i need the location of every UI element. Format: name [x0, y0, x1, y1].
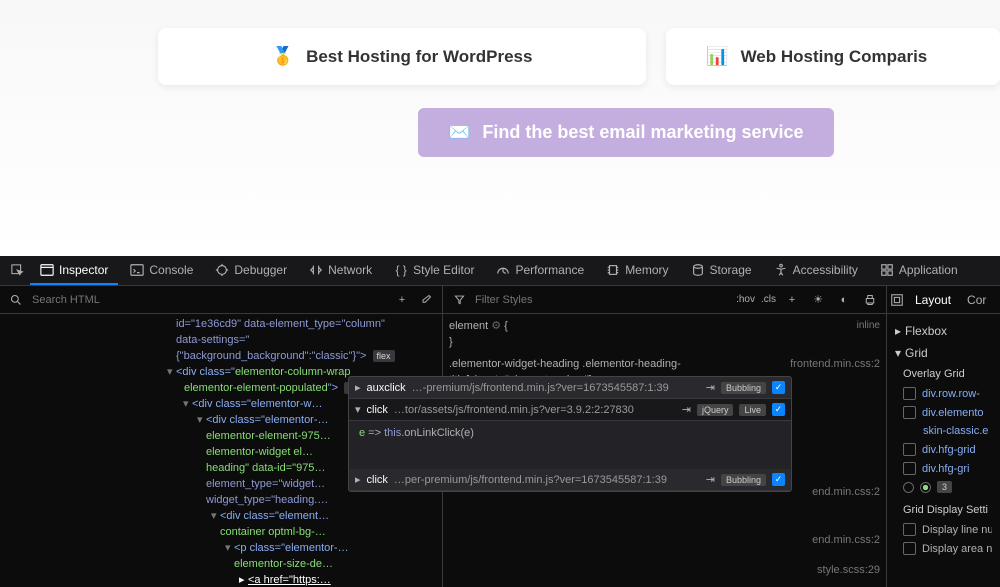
- layout-boxmodel-icon[interactable]: [887, 290, 907, 310]
- devtools: Inspector Console Debugger Network { }St…: [0, 256, 1000, 587]
- listener-enabled-checkbox[interactable]: ✓: [772, 381, 785, 394]
- bubbling-badge: Bubbling: [721, 474, 766, 486]
- filter-styles-input[interactable]: [475, 294, 730, 306]
- accessibility-icon: [774, 263, 788, 277]
- tab-computed[interactable]: Cor: [959, 287, 994, 313]
- grid-overlay-item[interactable]: div.row.row-: [903, 384, 992, 403]
- chevron-down-icon: ▾: [895, 346, 901, 360]
- jquery-badge: jQuery: [697, 404, 734, 416]
- listener-enabled-checkbox[interactable]: ✓: [772, 403, 785, 416]
- style-icon: { }: [394, 263, 408, 277]
- html-search-row: +: [0, 286, 442, 314]
- search-icon: [6, 290, 26, 310]
- cls-toggle[interactable]: .cls: [761, 290, 776, 310]
- card-label: Best Hosting for WordPress: [306, 47, 532, 67]
- inline-label: inline: [857, 318, 880, 334]
- goto-source-icon[interactable]: ⇥: [682, 403, 691, 416]
- section-grid[interactable]: ▾Grid: [895, 342, 992, 364]
- page-content: 🥇 Best Hosting for WordPress 📊 Web Hosti…: [0, 0, 1000, 256]
- devtools-tabs: Inspector Console Debugger Network { }St…: [0, 256, 1000, 286]
- card-hosting-comparison[interactable]: 📊 Web Hosting Comparis: [666, 28, 1000, 85]
- card-best-hosting[interactable]: 🥇 Best Hosting for WordPress: [158, 28, 646, 85]
- listener-enabled-checkbox[interactable]: ✓: [772, 473, 785, 486]
- live-badge: Live: [739, 404, 766, 416]
- event-handler-code: e => this.onLinkClick(e): [349, 421, 791, 469]
- storage-icon: [691, 263, 705, 277]
- tab-debugger[interactable]: Debugger: [205, 257, 297, 285]
- chevron-down-icon: ▾: [355, 403, 361, 416]
- display-line-numbers[interactable]: Display line nu: [903, 520, 992, 539]
- chevron-right-icon: ▸: [895, 324, 901, 338]
- chevron-right-icon: ▸: [355, 381, 361, 394]
- chart-icon: 📊: [706, 46, 728, 67]
- light-icon[interactable]: ☀: [808, 290, 828, 310]
- grid-overlay-item[interactable]: div.elemento: [903, 403, 992, 422]
- filter-icon: [449, 290, 469, 310]
- memory-icon: [606, 263, 620, 277]
- tab-accessibility[interactable]: Accessibility: [764, 257, 868, 285]
- add-node-button[interactable]: +: [392, 290, 412, 310]
- dark-icon[interactable]: ◐: [834, 290, 854, 310]
- trophy-icon: 🥇: [272, 46, 294, 67]
- event-row-auxclick[interactable]: ▸ auxclick …-premium/js/frontend.min.js?…: [349, 377, 791, 399]
- tab-performance[interactable]: Performance: [486, 257, 594, 285]
- bubbling-badge: Bubbling: [721, 382, 766, 394]
- network-icon: [309, 263, 323, 277]
- cta-email-marketing[interactable]: ✉️ Find the best email marketing service: [418, 108, 834, 157]
- layout-panel: Layout Cor ▸Flexbox ▾Grid Overlay Grid d…: [887, 286, 1000, 587]
- inspector-icon: [40, 263, 54, 277]
- tab-layout[interactable]: Layout: [907, 287, 959, 313]
- card-label: Web Hosting Comparis: [741, 47, 928, 67]
- event-row-click-2[interactable]: ▸ click …per-premium/js/frontend.min.js?…: [349, 469, 791, 491]
- cta-label: Find the best email marketing service: [482, 122, 803, 143]
- rule-location[interactable]: frontend.min.css:2: [790, 356, 880, 372]
- event-row-click-1[interactable]: ▾ click …tor/assets/js/frontend.min.js?v…: [349, 399, 791, 421]
- flex-badge[interactable]: flex: [373, 350, 395, 362]
- debugger-icon: [215, 263, 229, 277]
- pick-element-icon[interactable]: [8, 261, 28, 281]
- tab-network[interactable]: Network: [299, 257, 382, 285]
- console-icon: [130, 263, 144, 277]
- goto-source-icon[interactable]: ⇥: [706, 381, 715, 394]
- tab-memory[interactable]: Memory: [596, 257, 678, 285]
- tab-storage[interactable]: Storage: [681, 257, 762, 285]
- eyedropper-button[interactable]: [416, 290, 436, 310]
- hov-toggle[interactable]: :hov: [736, 290, 755, 310]
- section-flexbox[interactable]: ▸Flexbox: [895, 320, 992, 342]
- add-rule-button[interactable]: +: [782, 290, 802, 310]
- radio-on[interactable]: [920, 482, 931, 493]
- envelope-icon: ✉️: [448, 122, 470, 143]
- application-icon: [880, 263, 894, 277]
- chevron-right-icon: ▸: [355, 473, 361, 486]
- display-area-names[interactable]: Display area na: [903, 539, 992, 558]
- radio-off[interactable]: [903, 482, 914, 493]
- grid-overlay-item[interactable]: div.hfg-grid: [903, 440, 992, 459]
- tab-application[interactable]: Application: [870, 257, 968, 285]
- tab-console[interactable]: Console: [120, 257, 203, 285]
- goto-source-icon[interactable]: ⇥: [706, 473, 715, 486]
- tab-style-editor[interactable]: { }Style Editor: [384, 257, 484, 285]
- event-listeners-popup: ▸ auxclick …-premium/js/frontend.min.js?…: [348, 376, 792, 492]
- performance-icon: [496, 263, 510, 277]
- search-html-input[interactable]: [32, 294, 386, 306]
- tab-inspector[interactable]: Inspector: [30, 257, 118, 285]
- styles-toolbar: :hov .cls + ☀ ◐: [443, 286, 886, 314]
- print-icon[interactable]: [860, 290, 880, 310]
- grid-display-settings-label: Grid Display Setti: [903, 496, 992, 520]
- styles-panel: :hov .cls + ☀ ◐ inline element ⚙ { } fro…: [443, 286, 887, 587]
- grid-overlay-item[interactable]: div.hfg-gri: [903, 459, 992, 478]
- card-row: 🥇 Best Hosting for WordPress 📊 Web Hosti…: [0, 0, 1000, 85]
- overlay-grid-label: Overlay Grid: [903, 364, 992, 384]
